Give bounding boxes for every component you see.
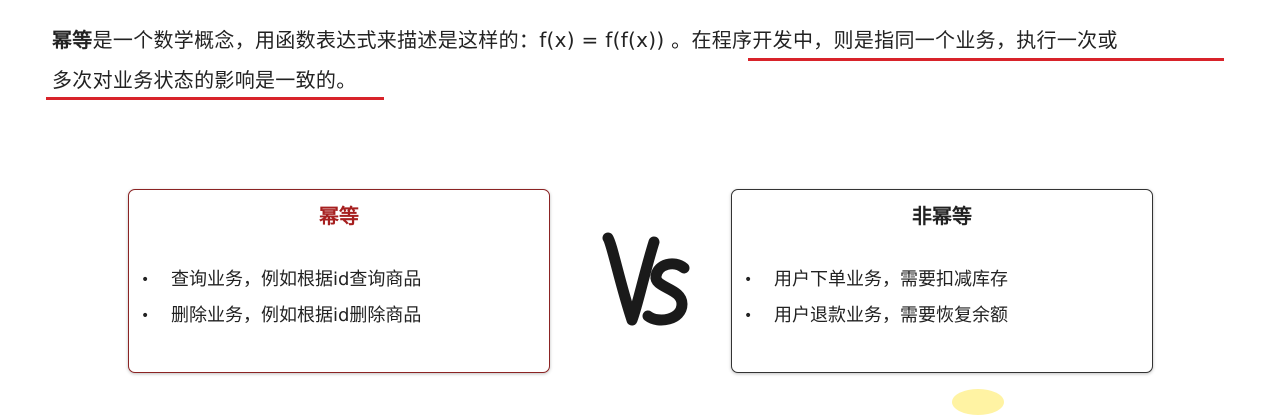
list-item-text: 查询业务，例如根据id查询商品: [171, 269, 422, 290]
decorative-highlight: [952, 389, 1004, 415]
idempotent-card-title: 幂等: [319, 204, 359, 228]
idempotent-card: 幂等 • 查询业务，例如根据id查询商品 • 删除业务，例如根据id删除商品: [128, 189, 550, 373]
intro-line2-text: 多次对业务状态的影响是一致的。: [52, 68, 357, 92]
bullet-icon: •: [141, 272, 150, 288]
list-item: • 删除业务，例如根据id删除商品: [129, 298, 421, 334]
vs-graphic: [602, 232, 690, 326]
vs-letter-s: [642, 258, 690, 326]
intro-line1-text: 是一个数学概念，用函数表达式来描述是这样的：f(x) = f(f(x)) 。在程…: [92, 28, 1118, 52]
list-item: • 查询业务，例如根据id查询商品: [129, 262, 421, 298]
bullet-icon: •: [141, 308, 150, 324]
list-item-text: 用户退款业务，需要恢复余额: [774, 305, 1008, 326]
intro-term: 幂等: [52, 28, 93, 52]
list-item-text: 用户下单业务，需要扣减库存: [774, 269, 1008, 290]
highlight-underline-2: [46, 97, 384, 100]
list-item: • 用户下单业务，需要扣减库存: [732, 262, 1008, 298]
bullet-icon: •: [744, 308, 753, 324]
bullet-icon: •: [744, 272, 753, 288]
non-idempotent-list: • 用户下单业务，需要扣减库存 • 用户退款业务，需要恢复余额: [732, 262, 1008, 334]
highlight-underline-1: [748, 58, 1224, 61]
idempotent-list: • 查询业务，例如根据id查询商品 • 删除业务，例如根据id删除商品: [129, 262, 421, 334]
non-idempotent-card: 非幂等 • 用户下单业务，需要扣减库存 • 用户退款业务，需要恢复余额: [731, 189, 1153, 373]
vs-letter-v: [602, 232, 660, 326]
list-item: • 用户退款业务，需要恢复余额: [732, 298, 1008, 334]
list-item-text: 删除业务，例如根据id删除商品: [171, 305, 422, 326]
non-idempotent-card-title: 非幂等: [912, 204, 972, 228]
